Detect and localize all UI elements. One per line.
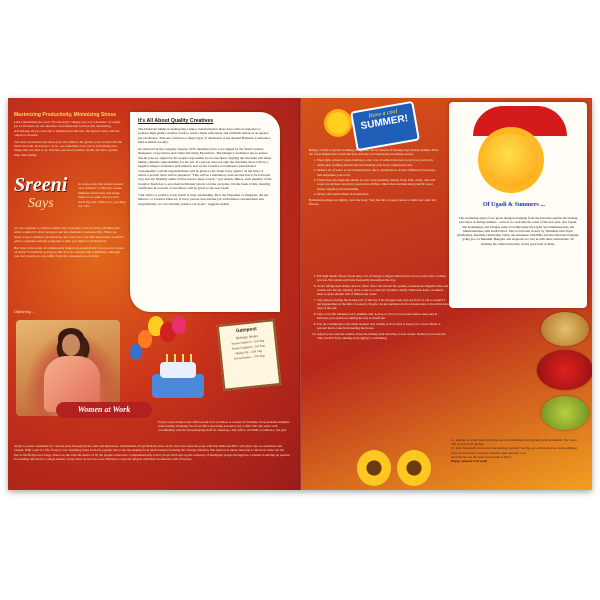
ugadi-box: Of Ugadi & Summers ... The sweltering si… <box>449 102 587 308</box>
sun-face-icon <box>483 132 539 188</box>
productivity-text: we can continue to achieve results and c… <box>14 226 124 244</box>
summer-tip: Adjust your exercise routine. Exercise d… <box>317 332 449 340</box>
ugadi-title: Of Ugadi & Summers ... <box>483 202 545 208</box>
sun-icon <box>321 106 355 140</box>
summer-tip: Fresh fruit and vegetable drinks are als… <box>317 178 441 191</box>
says-word: Says <box>28 196 54 211</box>
productivity-heading: Maximizing Productivity, Minimizing Stre… <box>14 112 117 118</box>
balloon-icon <box>130 344 142 360</box>
summer-tip: Stay indoors during the hottest part of … <box>317 298 449 311</box>
birthday-graphic: Gatepost Birthday Wishes Amrita Nadkarni… <box>128 316 288 414</box>
summer-extra: Homemade ginger tea lightly cools the bo… <box>309 198 436 207</box>
summer-tips-column: Being a victim of global warming, Bangal… <box>309 148 441 208</box>
birthday-cake-icon <box>152 354 204 398</box>
pooja-bio-continued: ready to screen candidates for various p… <box>14 444 290 461</box>
productivity-continued: we can continue to achieve results and c… <box>14 226 124 259</box>
sunflower-icon <box>397 450 431 486</box>
productivity-column: Maximizing Productivity, Minimizing Stre… <box>14 112 124 159</box>
summer-tip: Wear light-colored cotton clothing to st… <box>317 158 441 166</box>
ugadi-body: The sweltering sight of two green mangoe… <box>457 216 579 246</box>
summer-intro: Being a victim of global warming, Bangal… <box>309 148 439 157</box>
sunflower-icon <box>357 450 391 486</box>
quality-creatives-p2: As observed in the company already, CDS … <box>138 147 272 190</box>
food-bowl-image <box>541 312 589 346</box>
left-page: Maximizing Productivity, Minimizing Stre… <box>8 98 301 490</box>
birthday-card: Gatepost Birthday Wishes Amrita Nadkarni… <box>216 319 282 391</box>
women-at-work-banner: Women at Work <box>56 402 152 418</box>
summer-tip-12: 12. Rest frequently and avoid overexerti… <box>451 446 577 455</box>
right-page: Have a cool SUMMER! Being a victim of gl… <box>301 98 592 490</box>
strawberries-image <box>537 350 592 390</box>
summer-tip: Drink carbonated drinks in moderation. <box>317 192 441 196</box>
magazine-spread: Maximizing Productivity, Minimizing Stre… <box>8 98 592 490</box>
summer-tip: Avoid refrigerated drinks and ice cubes.… <box>317 284 449 297</box>
productivity-side-text: At some point this urban western 'race m… <box>78 182 126 209</box>
productivity-paragraph: Like I mentioned the word "Productivity"… <box>14 120 121 138</box>
summer-tail-text: 11. Indulge in water based activities su… <box>451 438 581 463</box>
summer-tip-11: 11. Indulge in water based activities su… <box>451 438 577 447</box>
column-signature: Unfaltering ... <box>14 310 35 314</box>
summer-tip: Eat light meals. Heavy foods take a lot … <box>317 274 449 282</box>
productivity-text-2: But what is the point of continuously im… <box>14 245 124 259</box>
quality-creatives-box: It's All About Quality Creatives The Dom… <box>130 112 280 312</box>
quality-creatives-title: It's All About Quality Creatives <box>138 118 214 124</box>
sreeni-says-logo: Sreeni Says <box>14 174 76 220</box>
productivity-paragraph-2: The more productive the more you can ach… <box>14 139 123 157</box>
balloon-icon <box>172 316 186 334</box>
pooja-bio: Pooja Goyal-Saluja is the effervescent f… <box>158 420 290 433</box>
photo-face <box>62 334 80 356</box>
summer-tip: Use air conditioners only when needed. U… <box>317 322 449 330</box>
sreeni-word: Sreeni <box>14 174 68 196</box>
summer-sign: Have a cool SUMMER! <box>350 100 420 152</box>
quality-creatives-p3: "Our aim is to produce work which is tru… <box>138 193 269 206</box>
summer-tip: Drink a lot of water to avoid dehydratio… <box>317 168 441 176</box>
quality-creatives-p1: The Domestic Media is undergoing a major… <box>138 127 271 144</box>
summer-tips-column-2: Eat light meals. Heavy foods take a lot … <box>309 274 449 342</box>
summer-tip: Stay cool with sandalwood or jasmine oil… <box>317 312 449 320</box>
salad-image <box>541 396 589 430</box>
happy-summer: Happy summer everyone! <box>451 459 488 464</box>
